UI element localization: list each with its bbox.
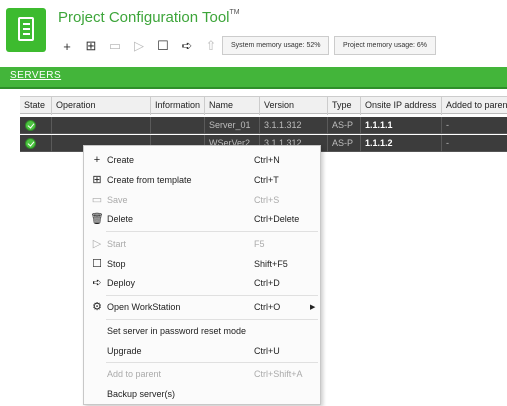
operation-cell: [52, 117, 151, 134]
menu-item-create-from-template[interactable]: ⊞ Create from template Ctrl+T: [84, 170, 320, 189]
create-icon[interactable]: +: [58, 37, 76, 55]
menu-separator: [106, 295, 318, 296]
template-icon: ⊞: [92, 174, 102, 186]
state-cell: [20, 117, 52, 134]
menu-item-delete[interactable]: 🗑 Delete Ctrl+Delete: [84, 209, 320, 228]
menu-item-label: Set server in password reset mode: [107, 325, 247, 336]
menu-item-shortcut: F5: [254, 238, 265, 249]
menu-item-open-workstation[interactable]: ⚙ Open WorkStation Ctrl+O ▶: [84, 297, 320, 316]
trademark: TM: [229, 9, 240, 16]
menu-item-start[interactable]: ▷ Start F5: [84, 234, 320, 253]
menu-item-label: Start: [107, 238, 127, 249]
context-menu: + Create Ctrl+N ⊞ Create from template C…: [83, 145, 321, 405]
menu-item-label: Backup server(s): [107, 388, 176, 399]
menu-item-shortcut: Ctrl+D: [254, 277, 280, 288]
information-cell: [151, 117, 205, 134]
parent-cell: -: [446, 120, 449, 130]
state-ok-icon: [25, 120, 36, 131]
menu-item-label: Deploy: [107, 277, 136, 288]
type-cell: AS-P: [328, 135, 361, 152]
column-header-onsite-ip[interactable]: Onsite IP address: [361, 97, 442, 115]
menu-item-shortcut: Ctrl+S: [254, 194, 280, 205]
deploy-icon: ➪: [92, 277, 102, 289]
plus-icon: +: [93, 153, 101, 166]
parent-cell: -: [446, 138, 449, 148]
menu-item-shortcut: Ctrl+O: [254, 301, 281, 312]
menu-item-label: Save: [107, 194, 128, 205]
workstation-icon: ⚙: [92, 301, 102, 313]
column-header-type[interactable]: Type: [328, 97, 361, 115]
save-icon: ▭: [91, 194, 103, 206]
toolbar: + ⊞ ▭ ▷ ☐ ➪ ⇧: [58, 37, 226, 55]
menu-item-password-reset-mode[interactable]: Set server in password reset mode: [84, 321, 320, 340]
project-memory-usage: Project memory usage: 6%: [334, 36, 437, 55]
menu-item-label: Open WorkStation: [107, 301, 181, 312]
menu-item-label: Stop: [107, 258, 126, 269]
menu-item-label: Create from template: [107, 174, 192, 185]
tab-bar: [0, 67, 507, 87]
column-header-added-to-parent[interactable]: Added to paren: [442, 97, 507, 115]
stop-icon: ☐: [92, 258, 102, 270]
menu-item-save[interactable]: ▭ Save Ctrl+S: [84, 190, 320, 209]
ip-cell: 1.1.1.2: [361, 135, 442, 152]
grid-header: State Operation Information Name Version…: [20, 96, 507, 115]
column-header-name[interactable]: Name: [205, 97, 260, 115]
version-cell: 3.1.1.312: [260, 117, 328, 134]
menu-item-upgrade[interactable]: Upgrade Ctrl+U: [84, 341, 320, 360]
column-header-state[interactable]: State: [20, 97, 52, 115]
menu-item-shortcut: Shift+F5: [254, 258, 288, 269]
menu-item-shortcut: Ctrl+U: [254, 345, 280, 356]
menu-item-create[interactable]: + Create Ctrl+N: [84, 150, 320, 169]
menu-item-shortcut: Ctrl+T: [254, 174, 279, 185]
stop-icon[interactable]: ☐: [154, 37, 172, 55]
menu-item-label: Upgrade: [107, 345, 142, 356]
menu-item-shortcut: Ctrl+N: [254, 154, 280, 165]
app-title-text: Project Configuration Tool: [58, 9, 230, 26]
menu-item-label: Add to parent: [107, 368, 162, 379]
menu-item-add-to-parent[interactable]: Add to parent Ctrl+Shift+A: [84, 364, 320, 383]
menu-separator: [106, 362, 318, 363]
menu-item-deploy[interactable]: ➪ Deploy Ctrl+D: [84, 273, 320, 292]
type-cell: AS-P: [328, 117, 361, 134]
submenu-arrow-icon: ▶: [310, 303, 316, 311]
menu-item-stop[interactable]: ☐ Stop Shift+F5: [84, 254, 320, 273]
app-title: Project Configuration ToolTM: [58, 9, 240, 26]
menu-separator: [106, 319, 318, 320]
tab-servers[interactable]: SERVERS: [10, 70, 61, 81]
app-logo-icon: [6, 8, 46, 52]
menu-item-label: Create: [107, 154, 135, 165]
menu-separator: [106, 231, 318, 232]
save-icon[interactable]: ▭: [106, 37, 124, 55]
menu-item-label: Delete: [107, 213, 134, 224]
ip-cell: 1.1.1.1: [361, 117, 442, 134]
menu-item-backup-servers[interactable]: Backup server(s): [84, 384, 320, 403]
menu-item-shortcut: Ctrl+Delete: [254, 213, 300, 224]
menu-item-shortcut: Ctrl+Shift+A: [254, 368, 303, 379]
name-cell: Server_01: [205, 117, 260, 134]
state-ok-icon: [25, 138, 36, 149]
start-icon[interactable]: ▷: [130, 37, 148, 55]
play-icon: ▷: [92, 238, 102, 250]
trash-icon: 🗑: [90, 213, 104, 225]
deploy-icon[interactable]: ➪: [178, 37, 196, 55]
column-header-version[interactable]: Version: [260, 97, 328, 115]
state-cell: [20, 135, 52, 152]
create-from-template-icon[interactable]: ⊞: [82, 37, 100, 55]
column-header-information[interactable]: Information: [151, 97, 205, 115]
column-header-operation[interactable]: Operation: [52, 97, 151, 115]
table-row[interactable]: Server_01 3.1.1.312 AS-P 1.1.1.1 -: [20, 117, 507, 134]
tab-underline: [0, 87, 507, 89]
upgrade-icon[interactable]: ⇧: [202, 37, 220, 55]
system-memory-usage: System memory usage: 52%: [222, 36, 330, 55]
